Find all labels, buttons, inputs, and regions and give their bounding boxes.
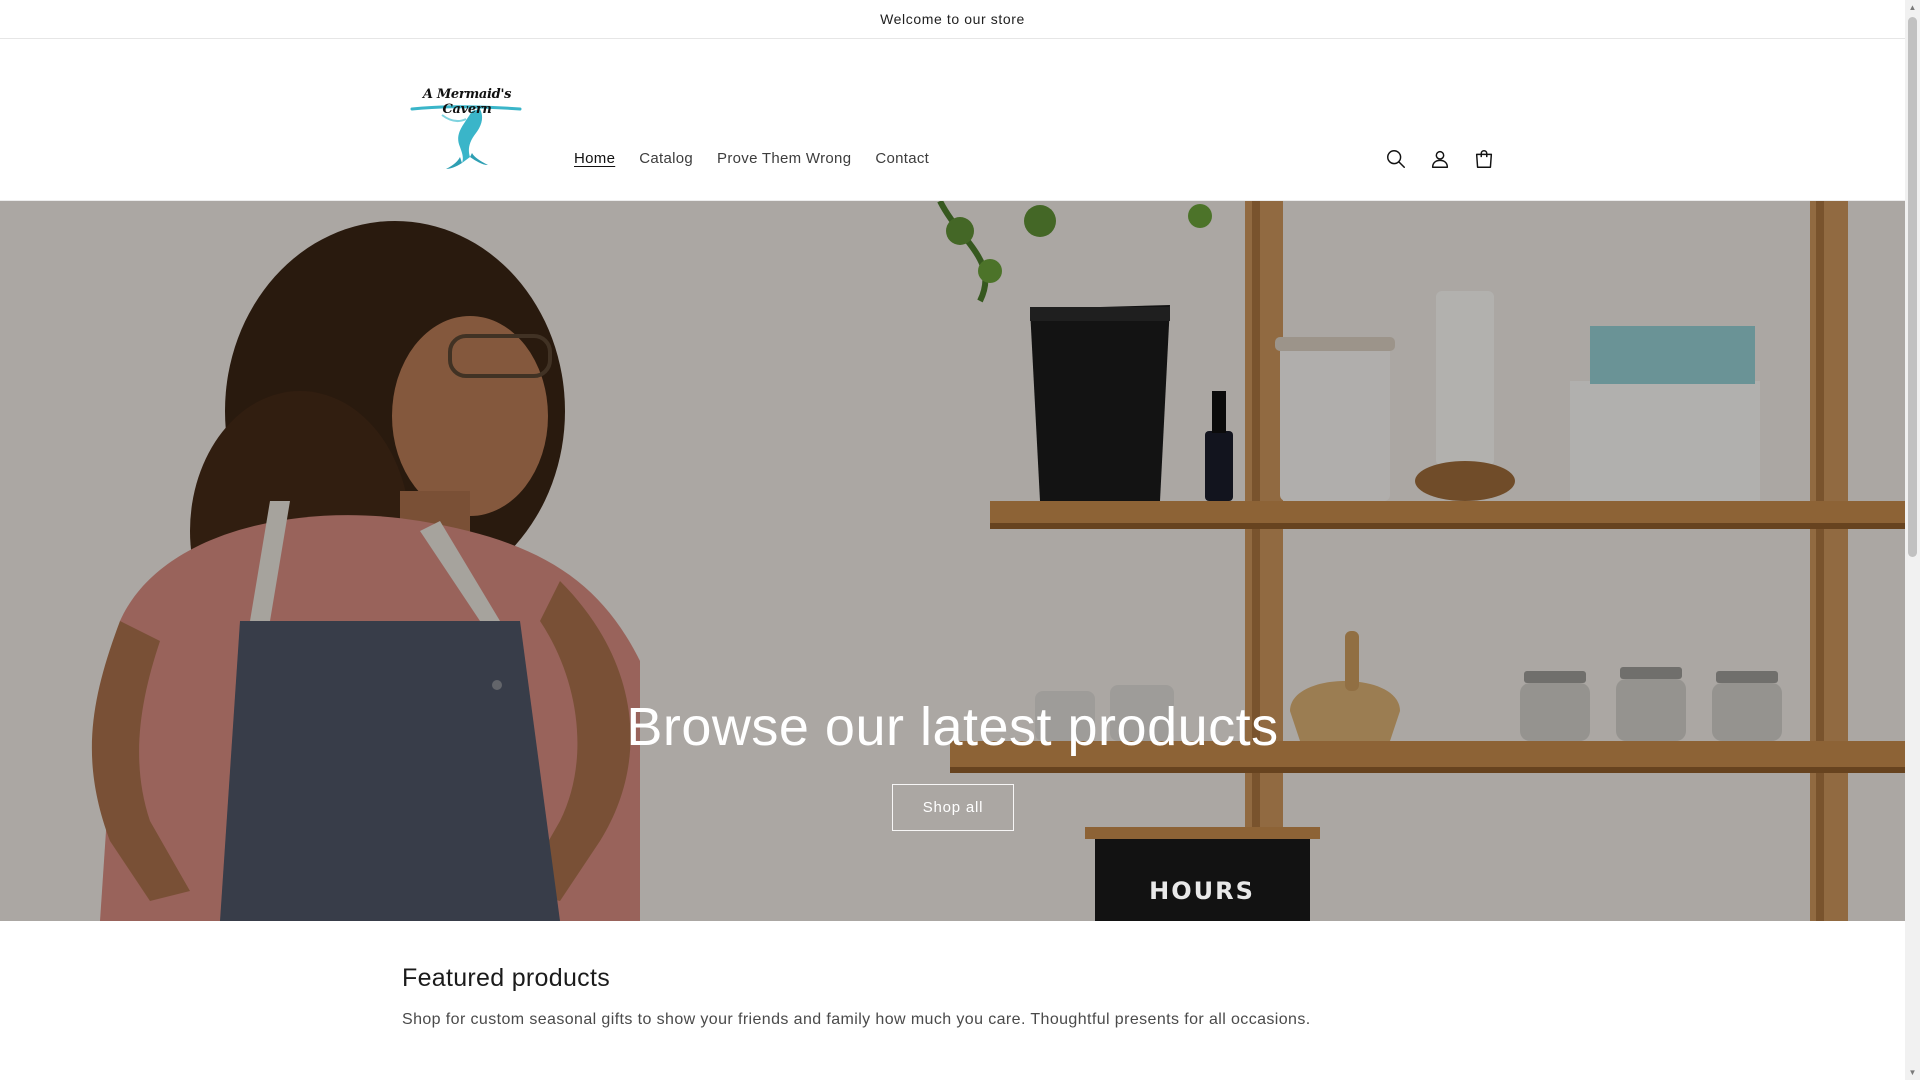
hours-sign-text: HOURS: [1149, 877, 1255, 905]
site-header: A Mermaid's Cavern Home Catalog Prove Th…: [0, 39, 1905, 201]
header-icons: [1380, 143, 1500, 175]
nav-prove-them-wrong[interactable]: Prove Them Wrong: [705, 149, 863, 169]
cart-button[interactable]: [1468, 143, 1500, 175]
announcement-bar: Welcome to our store: [0, 0, 1905, 39]
account-icon: [1431, 150, 1449, 168]
search-button[interactable]: [1380, 143, 1412, 175]
page-scrollbar[interactable]: ▲ ▼: [1905, 0, 1920, 1080]
featured-description: Shop for custom seasonal gifts to show y…: [402, 1011, 1311, 1028]
main-nav: Home Catalog Prove Them Wrong Contact: [562, 149, 941, 169]
nav-home[interactable]: Home: [562, 149, 627, 169]
cart-icon: [1475, 150, 1493, 168]
featured-title: Featured products: [402, 964, 610, 992]
store-logo[interactable]: A Mermaid's Cavern: [402, 85, 532, 171]
featured-products-section: Featured products Shop for custom season…: [402, 964, 1311, 1029]
announcement-text: Welcome to our store: [880, 11, 1025, 27]
nav-contact[interactable]: Contact: [863, 149, 941, 169]
account-button[interactable]: [1424, 143, 1456, 175]
shop-all-button[interactable]: Shop all: [892, 784, 1014, 831]
logo-text: A Mermaid's Cavern: [402, 87, 532, 117]
scroll-up-arrow-icon[interactable]: ▲: [1905, 0, 1920, 15]
scrollbar-thumb[interactable]: [1908, 17, 1917, 557]
search-icon: [1387, 150, 1405, 168]
logo-wordmark: A Mermaid's Cavern: [422, 87, 512, 117]
hours-sign: HOURS: [1149, 877, 1255, 905]
hero-title: Browse our latest products: [626, 697, 1279, 757]
scroll-down-arrow-icon[interactable]: ▼: [1905, 1065, 1920, 1080]
nav-catalog[interactable]: Catalog: [627, 149, 705, 169]
page: Welcome to our store A Mermaid's Cavern …: [0, 0, 1905, 1080]
hero-banner: Browse our latest products Shop all HOUR…: [0, 201, 1905, 921]
